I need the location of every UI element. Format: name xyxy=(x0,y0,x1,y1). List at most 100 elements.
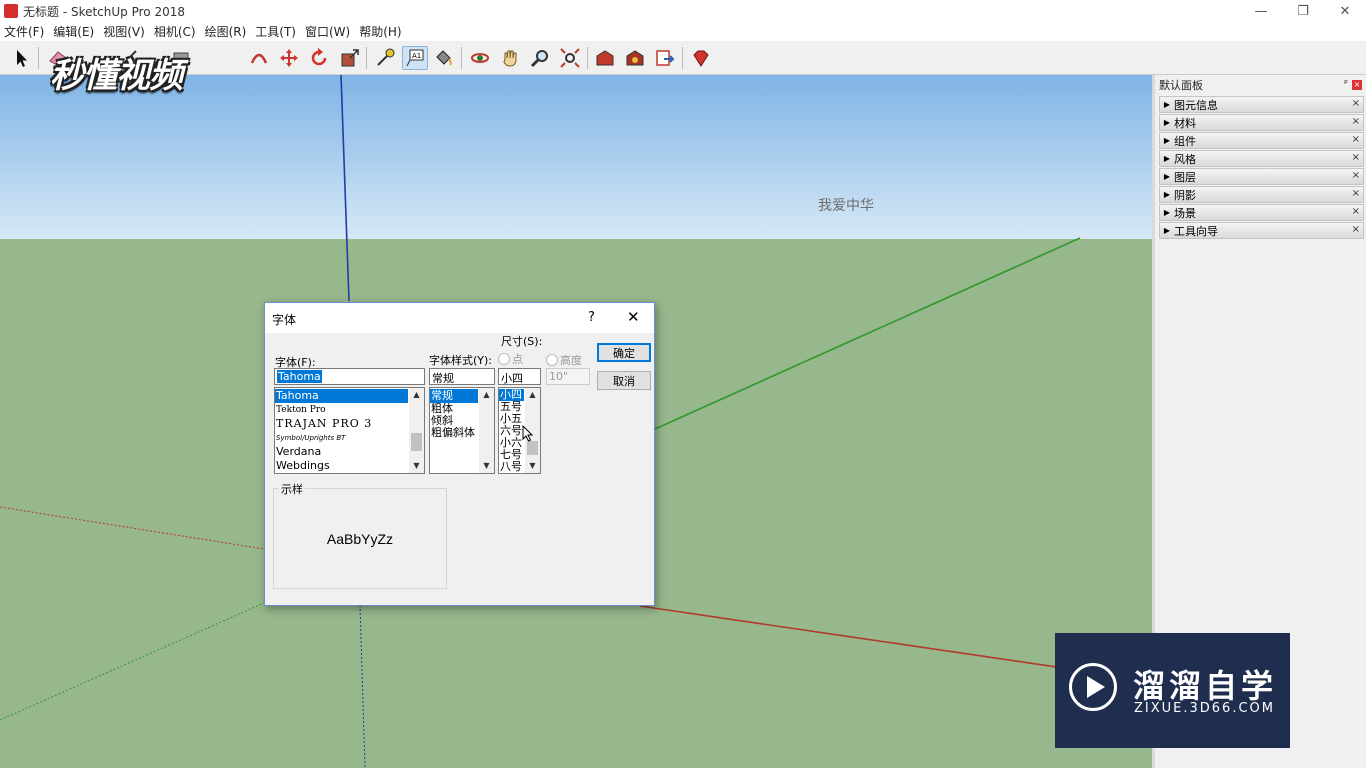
help-button[interactable]: ? xyxy=(588,310,595,325)
font-list-scrollbar[interactable]: ▲ ▼ xyxy=(409,388,424,473)
dialog-close-button[interactable]: ✕ xyxy=(627,308,640,326)
paint-bucket-icon[interactable] xyxy=(430,46,456,70)
ok-button[interactable]: 确定 xyxy=(597,343,651,362)
play-logo-icon xyxy=(1069,663,1117,711)
style-list-scrollbar[interactable]: ▲ ▼ xyxy=(479,388,494,473)
select-icon[interactable] xyxy=(8,46,34,70)
scroll-down-icon[interactable]: ▼ xyxy=(479,459,494,473)
sample-text: AaBbYyZz xyxy=(326,531,394,547)
expand-arrow-icon: ▶ xyxy=(1163,172,1171,181)
green-axis-solid xyxy=(654,237,1081,430)
sketchup-app-icon xyxy=(4,4,18,18)
close-icon[interactable]: × xyxy=(1352,116,1360,127)
tray-item-entity-info[interactable]: ▶ 图元信息 × xyxy=(1159,96,1364,113)
close-icon[interactable]: × xyxy=(1352,224,1360,235)
arc-icon[interactable] xyxy=(246,46,272,70)
svg-text:A1: A1 xyxy=(412,52,421,60)
menu-camera[interactable]: 相机(C) xyxy=(154,23,196,40)
close-icon[interactable]: × xyxy=(1352,134,1360,145)
scroll-thumb[interactable] xyxy=(527,441,538,455)
tray-item-materials[interactable]: ▶ 材料 × xyxy=(1159,114,1364,131)
font-option-trajan[interactable]: TRAJAN PRO 3 xyxy=(275,417,424,431)
menu-window[interactable]: 窗口(W) xyxy=(305,23,350,40)
scroll-up-icon[interactable]: ▲ xyxy=(479,388,494,402)
tray-item-components[interactable]: ▶ 组件 × xyxy=(1159,132,1364,149)
close-icon[interactable]: × xyxy=(1352,98,1360,109)
pan-icon[interactable] xyxy=(497,46,523,70)
close-icon[interactable]: × xyxy=(1352,188,1360,199)
scroll-thumb[interactable] xyxy=(411,433,422,451)
size-list[interactable]: 小四 五号 小五 六号 小六 七号 八号 ▲ ▼ xyxy=(498,387,541,474)
close-window-button[interactable]: ✕ xyxy=(1324,0,1366,22)
pin-icon[interactable]: ᵖ xyxy=(1344,79,1348,89)
font-option-tekton[interactable]: Tekton Pro xyxy=(275,403,424,417)
dialog-title: 字体 xyxy=(272,313,297,327)
point-radio-label: 点 xyxy=(512,353,523,366)
minimize-button[interactable]: — xyxy=(1240,0,1282,22)
move-icon[interactable] xyxy=(276,46,302,70)
style-label: 字体样式(Y): xyxy=(429,354,493,367)
font-list[interactable]: Tahoma Tekton Pro TRAJAN PRO 3 Symbol/Up… xyxy=(274,387,425,474)
tray-item-shadows[interactable]: ▶ 阴影 × xyxy=(1159,186,1364,203)
font-option-webdings[interactable]: Webdings xyxy=(275,459,424,473)
tray-item-layers[interactable]: ▶ 图层 × xyxy=(1159,168,1364,185)
extension-icon[interactable] xyxy=(622,46,648,70)
scroll-up-icon[interactable]: ▲ xyxy=(409,388,424,402)
restore-button[interactable]: ❐ xyxy=(1282,0,1324,22)
font-input[interactable]: Tahoma xyxy=(274,368,425,385)
font-option-symbol[interactable]: Symbol/Uprights BT xyxy=(275,431,424,445)
style-input[interactable]: 常规 xyxy=(429,368,495,385)
ruby-icon[interactable] xyxy=(688,46,714,70)
font-option-verdana[interactable]: Verdana xyxy=(275,445,424,459)
red-axis-dotted xyxy=(0,506,265,550)
green-axis-dotted xyxy=(0,602,265,721)
tray-item-instructor[interactable]: ▶ 工具向导 × xyxy=(1159,222,1364,239)
expand-arrow-icon: ▶ xyxy=(1163,100,1171,109)
height-radio-label: 高度 xyxy=(560,354,582,367)
expand-arrow-icon: ▶ xyxy=(1163,118,1171,127)
expand-arrow-icon: ▶ xyxy=(1163,154,1171,163)
close-icon[interactable]: × xyxy=(1352,152,1360,163)
zoom-icon[interactable] xyxy=(527,46,553,70)
send-to-layout-icon[interactable] xyxy=(652,46,678,70)
style-list[interactable]: 常规 粗体 倾斜 粗偏斜体 ▲ ▼ xyxy=(429,387,495,474)
height-input[interactable]: 10" xyxy=(546,368,590,385)
close-icon[interactable]: × xyxy=(1352,206,1360,217)
watermark-logo-top: 秒懂视频 xyxy=(50,56,183,96)
menu-edit[interactable]: 编辑(E) xyxy=(53,23,94,40)
text-icon[interactable]: A1 xyxy=(402,46,428,70)
menu-bar: 文件(F) 编辑(E) 视图(V) 相机(C) 绘图(R) 工具(T) 窗口(W… xyxy=(0,22,1366,41)
tape-measure-icon[interactable] xyxy=(372,46,398,70)
blue-axis-solid xyxy=(340,75,350,302)
tray-close-icon[interactable]: × xyxy=(1352,80,1362,90)
orbit-icon[interactable] xyxy=(467,46,493,70)
cancel-button[interactable]: 取消 xyxy=(597,371,651,390)
menu-help[interactable]: 帮助(H) xyxy=(359,23,401,40)
close-icon[interactable]: × xyxy=(1352,170,1360,181)
zoom-extents-icon[interactable] xyxy=(557,46,583,70)
model-text-label[interactable]: 我爱中华 xyxy=(818,195,874,215)
point-radio[interactable] xyxy=(498,353,510,365)
style-option-regular[interactable]: 常规 xyxy=(430,389,478,403)
menu-file[interactable]: 文件(F) xyxy=(4,23,44,40)
tray-item-scenes[interactable]: ▶ 场景 × xyxy=(1159,204,1364,221)
scroll-down-icon[interactable]: ▼ xyxy=(525,459,540,473)
font-option-tahoma[interactable]: Tahoma xyxy=(275,389,408,403)
window-controls: — ❐ ✕ xyxy=(1240,0,1366,22)
menu-draw[interactable]: 绘图(R) xyxy=(205,23,247,40)
rotate-icon[interactable] xyxy=(306,46,332,70)
blue-axis-dotted xyxy=(359,604,366,768)
scroll-down-icon[interactable]: ▼ xyxy=(409,459,424,473)
font-dialog: 字体 ? ✕ 字体(F): Tahoma Tahoma Tekton Pro T… xyxy=(264,302,655,606)
height-radio[interactable] xyxy=(546,354,558,366)
tray-item-styles[interactable]: ▶ 风格 × xyxy=(1159,150,1364,167)
menu-view[interactable]: 视图(V) xyxy=(103,23,145,40)
size-input[interactable]: 小四 xyxy=(498,368,541,385)
size-label: 尺寸(S): xyxy=(501,335,543,348)
menu-tools[interactable]: 工具(T) xyxy=(255,23,296,40)
push-pull-icon[interactable] xyxy=(337,46,363,70)
warehouse-icon[interactable] xyxy=(592,46,618,70)
scroll-up-icon[interactable]: ▲ xyxy=(525,388,540,402)
tray-header: 默认面板 ᵖ × xyxy=(1155,75,1366,95)
dialog-title-bar: 字体 ? ✕ xyxy=(265,303,654,333)
